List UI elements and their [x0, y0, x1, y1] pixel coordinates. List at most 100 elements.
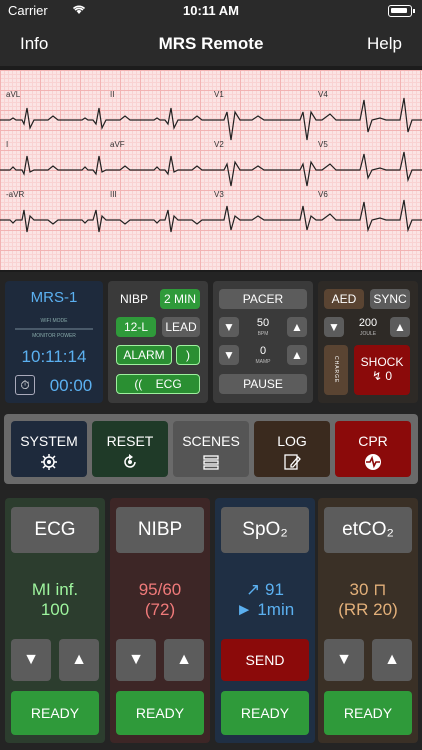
pacer-current-value: 0: [259, 345, 267, 357]
alarm-sound-icon[interactable]: ): [176, 345, 200, 365]
nibp-vitals-column: NIBP 95/60 (72) ▼ ▲ READY: [110, 498, 210, 743]
nibp-vitals-button[interactable]: NIBP: [116, 507, 204, 553]
nibp-interval-button[interactable]: 2 MIN: [160, 289, 200, 309]
ecg-sound-label: ECG: [155, 377, 182, 391]
stopwatch-icon[interactable]: ⏱: [15, 375, 35, 395]
pacer-button[interactable]: PACER: [219, 289, 307, 309]
cpr-label: CPR: [358, 433, 388, 449]
monitor-power-label: MONITOR POWER: [32, 333, 76, 339]
spo2-send-button[interactable]: SEND: [221, 639, 309, 681]
lead-button[interactable]: LEAD: [162, 317, 200, 337]
nibp-label: NIBP: [119, 292, 148, 306]
spo2-duration: ► 1min: [235, 600, 295, 619]
defib-panel: AED SYNC ▼ 200 JOULE ▲ CHARGE SHOCK ↯ 0: [318, 281, 418, 403]
nibp-ready-button[interactable]: READY: [116, 691, 204, 735]
etco2-vitals-button[interactable]: etCO₂: [324, 507, 412, 553]
ecg-rhythm: MI inf.: [31, 580, 79, 599]
lead-label: V5: [318, 140, 328, 149]
lead-label: V2: [214, 140, 224, 149]
device-panel: MRS-1 WIFI MODE MONITOR POWER 10:11:14 ⏱…: [5, 281, 103, 403]
reset-label: RESET: [106, 433, 154, 449]
shock-label: SHOCK: [360, 355, 404, 369]
system-label: SYSTEM: [20, 433, 78, 449]
lead-label: aVF: [110, 140, 125, 149]
aed-button[interactable]: AED: [324, 289, 364, 309]
lead-label: III: [110, 190, 117, 199]
battery-icon: [388, 5, 415, 17]
lead-label: aVL: [6, 90, 21, 99]
lead-label: V1: [214, 90, 224, 99]
lead-label: V4: [318, 90, 328, 99]
lead-label: -aVR: [6, 190, 25, 199]
energy-down-button[interactable]: ▼: [324, 317, 344, 337]
lead-label: I: [6, 140, 9, 149]
pacer-panel: PACER ▼ 50 BPM ▲ ▼ 0 MAMP ▲ PAUSE: [213, 281, 313, 403]
etco2-vitals-column: etCO₂ 30 ⊓ (RR 20) ▼ ▲ READY: [318, 498, 418, 743]
energy-unit: JOULE: [359, 331, 377, 337]
device-clock: 10:11:14: [21, 347, 87, 366]
reset-icon: [124, 454, 136, 468]
etco2-up-button[interactable]: ▲: [372, 639, 412, 681]
pacer-current-unit: MAMP: [255, 359, 271, 365]
wifi-mode-label: WIFI MODE: [40, 318, 68, 324]
shock-button[interactable]: SHOCK ↯ 0: [354, 345, 410, 395]
pacer-pause-button[interactable]: PAUSE: [219, 374, 307, 394]
log-button[interactable]: LOG: [254, 421, 330, 477]
heartbeat-icon: [365, 454, 381, 470]
device-name: MRS-1: [30, 289, 78, 306]
spo2-vitals-column: SpO₂ ↗ 91 ► 1min SEND READY: [215, 498, 315, 743]
nav-bar: Info MRS Remote Help: [0, 22, 422, 66]
twelve-lead-button[interactable]: 12-L: [116, 317, 156, 337]
energy-value: 200: [358, 317, 378, 329]
sound-wave-icon: ((: [134, 377, 143, 391]
page-title: MRS Remote: [158, 34, 264, 53]
alarm-button[interactable]: ALARM: [116, 345, 172, 365]
pacer-rate-up-button[interactable]: ▲: [287, 317, 307, 337]
energy-up-button[interactable]: ▲: [390, 317, 410, 337]
timer-value: 00:00: [49, 376, 93, 395]
ecg-ready-button[interactable]: READY: [11, 691, 99, 735]
scenes-button[interactable]: SCENES: [173, 421, 249, 477]
shock-count: ↯ 0: [371, 369, 393, 383]
ecg-sound-button[interactable]: (( ECG: [116, 374, 200, 394]
charge-button[interactable]: CHARGE: [324, 345, 348, 395]
ecg-heart-rate: 100: [40, 600, 70, 619]
sync-button[interactable]: SYNC: [370, 289, 410, 309]
lead-label: V6: [318, 190, 328, 199]
pacer-current-down-button[interactable]: ▼: [219, 345, 239, 365]
etco2-value: 30 ⊓: [349, 580, 387, 599]
edit-log-icon: [284, 454, 301, 470]
divider: [15, 328, 93, 330]
spo2-trend: ↗ 91: [246, 580, 284, 599]
ecg-vitals-button[interactable]: ECG: [11, 507, 99, 553]
spo2-ready-button[interactable]: READY: [221, 691, 309, 735]
ecg-down-button[interactable]: ▼: [11, 639, 51, 681]
cpr-button[interactable]: CPR: [335, 421, 411, 477]
stack-icon: [203, 455, 219, 470]
etco2-resp-rate: (RR 20): [338, 600, 398, 619]
etco2-ready-button[interactable]: READY: [324, 691, 412, 735]
reset-button[interactable]: RESET: [92, 421, 168, 477]
nibp-pressure: 95/60: [138, 580, 182, 599]
scenes-label: SCENES: [182, 433, 240, 449]
status-bar: Carrier 10:11 AM: [0, 0, 422, 22]
monitor-panel: NIBP 2 MIN 12-L LEAD ALARM ) (( ECG: [108, 281, 208, 403]
log-label: LOG: [277, 433, 307, 449]
status-time: 10:11 AM: [183, 3, 239, 18]
etco2-down-button[interactable]: ▼: [324, 639, 364, 681]
pacer-rate-value: 50: [256, 317, 270, 329]
spo2-vitals-button[interactable]: SpO₂: [221, 507, 309, 553]
lead-label: V3: [214, 190, 224, 199]
gear-icon: [41, 454, 57, 470]
system-button[interactable]: SYSTEM: [11, 421, 87, 477]
pacer-current-up-button[interactable]: ▲: [287, 345, 307, 365]
nibp-down-button[interactable]: ▼: [116, 639, 156, 681]
ecg-12-lead-display: aVL II V1 V4 I aVF V2 V5 -aVR III V3 V6: [0, 70, 422, 270]
lead-label: II: [110, 90, 115, 99]
pacer-rate-unit: BPM: [257, 331, 269, 337]
ecg-waveforms: [0, 97, 422, 233]
help-button[interactable]: Help: [367, 34, 402, 54]
pacer-rate-down-button[interactable]: ▼: [219, 317, 239, 337]
nibp-up-button[interactable]: ▲: [164, 639, 204, 681]
ecg-up-button[interactable]: ▲: [59, 639, 99, 681]
